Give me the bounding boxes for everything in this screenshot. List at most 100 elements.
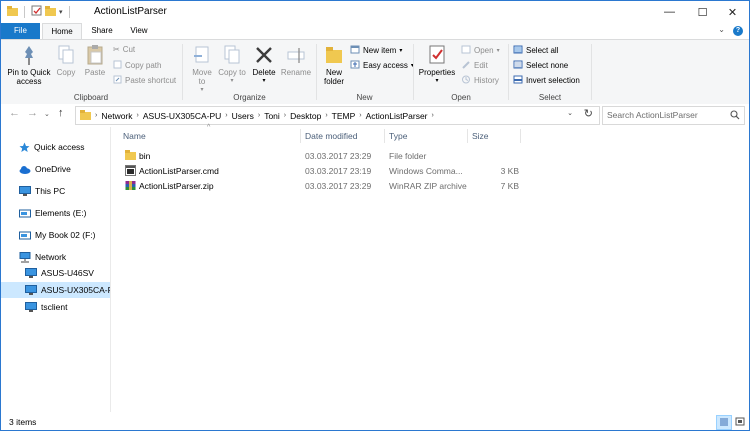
column-header-date[interactable]: Date modified	[305, 127, 357, 145]
copy-path-button[interactable]: Copy path	[113, 60, 161, 71]
breadcrumb-chevron-icon[interactable]: ›	[95, 112, 97, 119]
breadcrumb-current[interactable]: ActionListParser	[366, 111, 428, 121]
tab-view[interactable]: View	[123, 23, 155, 39]
open-button[interactable]: Open ▾	[461, 45, 500, 56]
delete-x-icon	[250, 44, 278, 68]
select-all-icon	[513, 45, 523, 56]
close-button[interactable]: ✕	[716, 1, 749, 23]
nav-item-label: Elements (E:)	[35, 208, 87, 218]
chevron-down-icon[interactable]: ⌄	[567, 109, 573, 117]
computer-icon	[25, 284, 37, 296]
nav-item-tsclient[interactable]: tsclient	[1, 299, 110, 315]
edit-button[interactable]: Edit	[461, 60, 488, 71]
paste-shortcut-button[interactable]: Paste shortcut	[113, 75, 176, 86]
column-header-type[interactable]: Type	[389, 127, 407, 145]
breadcrumb-user[interactable]: Toni	[264, 111, 280, 121]
table-row[interactable]: ActionListParser.cmd 03.03.2017 23:19 Wi…	[121, 164, 527, 179]
search-box[interactable]: Search ActionListParser	[602, 106, 745, 125]
details-view-icon[interactable]	[716, 415, 732, 430]
select-none-button[interactable]: Select none	[513, 60, 568, 71]
column-header-size[interactable]: Size	[472, 127, 489, 145]
star-icon	[19, 142, 30, 153]
nav-item-label: Quick access	[34, 142, 85, 152]
column-divider[interactable]	[520, 129, 521, 143]
tab-share[interactable]: Share	[83, 23, 121, 39]
copy-to-label: Copy to	[218, 68, 246, 77]
pin-quick-access-button[interactable]: Pin to Quick access	[5, 44, 53, 86]
search-input[interactable]: Search ActionListParser	[607, 110, 698, 120]
breadcrumb-chevron-icon[interactable]: ›	[325, 112, 327, 119]
back-arrow-icon[interactable]: ←	[9, 107, 20, 119]
column-header-name[interactable]: Name	[123, 127, 146, 145]
column-divider[interactable]	[384, 129, 385, 143]
select-all-button[interactable]: Select all	[513, 45, 558, 56]
select-none-label: Select none	[526, 61, 569, 70]
chevron-down-icon[interactable]: ⌄	[718, 25, 725, 34]
recent-locations-icon[interactable]: ⌄	[44, 110, 50, 118]
nav-item-quick-access[interactable]: Quick access	[1, 139, 110, 155]
properties-button[interactable]: Properties ▾	[417, 44, 457, 86]
move-to-button[interactable]: Move to ▾	[188, 44, 216, 95]
breadcrumb-chevron-icon[interactable]: ›	[225, 112, 227, 119]
nav-item-onedrive[interactable]: OneDrive	[1, 161, 110, 177]
file-type: WinRAR ZIP archive	[389, 181, 467, 191]
column-divider[interactable]	[300, 129, 301, 143]
copy-to-button[interactable]: Copy to ▾	[218, 44, 246, 86]
new-folder-icon	[320, 44, 348, 68]
history-button[interactable]: History	[461, 75, 499, 86]
new-folder-qat-icon[interactable]	[45, 5, 56, 18]
edit-label: Edit	[474, 61, 488, 70]
table-row[interactable]: bin 03.03.2017 23:29 File folder	[121, 149, 527, 164]
nav-item-network[interactable]: Network	[1, 249, 110, 265]
copy-button[interactable]: Copy	[55, 44, 77, 77]
nav-item-mybook-drive[interactable]: My Book 02 (F:)	[1, 227, 110, 243]
table-row[interactable]: ActionListParser.zip 03.03.2017 23:29 Wi…	[121, 179, 527, 194]
new-folder-button[interactable]: New folder	[320, 44, 348, 86]
paste-shortcut-icon	[113, 75, 122, 86]
qat-customize-icon[interactable]: ▾	[59, 8, 63, 16]
delete-button[interactable]: Delete ▾	[250, 44, 278, 86]
maximize-button[interactable]: ☐	[686, 1, 719, 23]
forward-arrow-icon[interactable]: →	[27, 107, 38, 119]
breadcrumb-chevron-icon[interactable]: ›	[359, 112, 361, 119]
cut-button[interactable]: ✂ Cut	[113, 45, 135, 54]
help-icon[interactable]: ?	[733, 26, 743, 36]
rename-button[interactable]: Rename	[280, 44, 312, 77]
breadcrumb-chevron-icon[interactable]: ›	[432, 112, 434, 119]
breadcrumb-chevron-icon[interactable]: ›	[258, 112, 260, 119]
easy-access-button[interactable]: Easy access ▾	[350, 60, 414, 71]
up-arrow-icon[interactable]: ↑	[58, 107, 64, 119]
properties-qat-icon[interactable]	[31, 5, 42, 18]
breadcrumb-network[interactable]: Network	[101, 111, 132, 121]
large-icons-view-icon[interactable]	[733, 415, 747, 428]
refresh-icon[interactable]: ↻	[584, 107, 593, 120]
breadcrumb-computer[interactable]: ASUS-UX305CA-PU	[143, 111, 221, 121]
nav-item-asus-ux305ca-pu[interactable]: ASUS-UX305CA-PU	[1, 282, 110, 298]
minimize-button[interactable]: —	[653, 1, 686, 23]
scissors-icon: ✂	[113, 45, 120, 54]
breadcrumb-desktop[interactable]: Desktop	[290, 111, 321, 121]
tab-file[interactable]: File	[1, 23, 40, 39]
address-bar[interactable]: › Network › ASUS-UX305CA-PU › Users › To…	[75, 106, 600, 125]
paste-label: Paste	[84, 68, 106, 77]
search-icon	[730, 110, 740, 122]
qat-divider	[68, 5, 70, 18]
cut-label: Cut	[122, 45, 136, 54]
quick-access-toolbar: ▾	[7, 5, 73, 18]
new-folder-label: New folder	[323, 68, 344, 86]
easy-access-icon	[350, 60, 360, 71]
invert-selection-button[interactable]: Invert selection	[513, 75, 580, 86]
nav-item-asus-u46sv[interactable]: ASUS-U46SV	[1, 265, 110, 281]
breadcrumb-chevron-icon[interactable]: ›	[137, 112, 139, 119]
nav-item-this-pc[interactable]: This PC	[1, 183, 110, 199]
new-item-button[interactable]: New item ▾	[350, 45, 402, 56]
pin-label: Pin to Quick access	[7, 68, 51, 86]
breadcrumb-temp[interactable]: TEMP	[332, 111, 356, 121]
column-divider[interactable]	[467, 129, 468, 143]
file-name: bin	[139, 151, 151, 161]
nav-item-elements-drive[interactable]: Elements (E:)	[1, 205, 110, 221]
breadcrumb-users[interactable]: Users	[232, 111, 254, 121]
paste-button[interactable]: Paste	[83, 44, 107, 77]
tab-home[interactable]: Home	[42, 23, 82, 40]
breadcrumb-chevron-icon[interactable]: ›	[284, 112, 286, 119]
